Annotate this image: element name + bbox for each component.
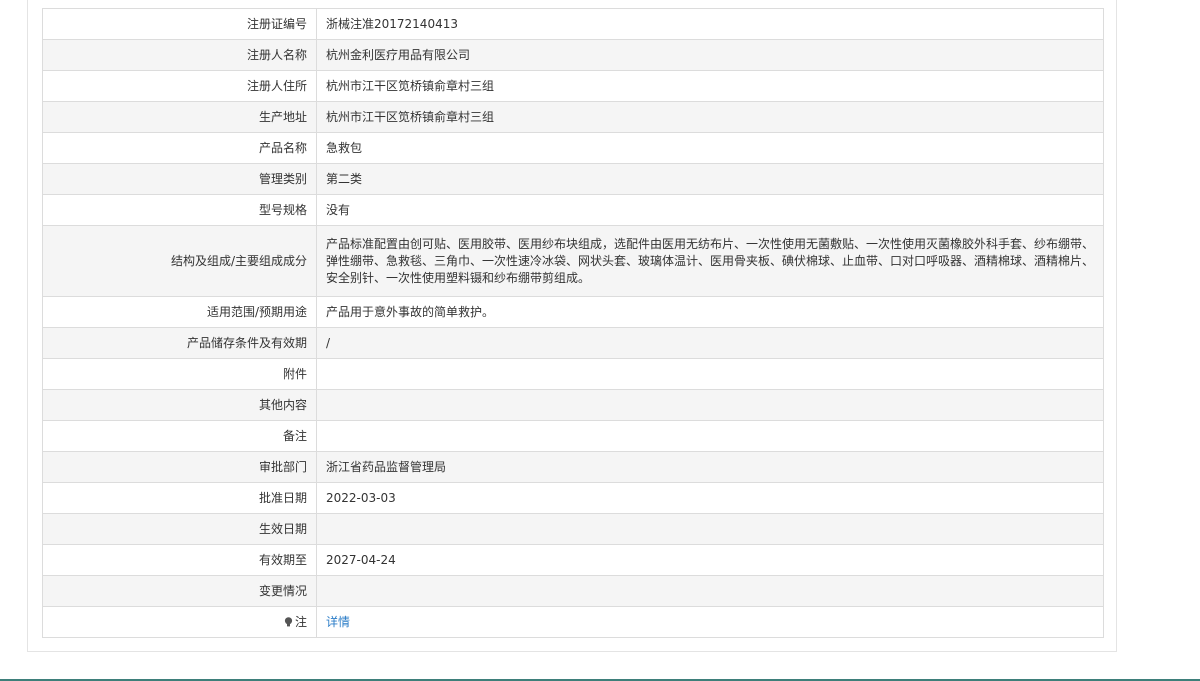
field-label-approval-department: 审批部门 [42, 451, 317, 483]
table-row: 产品储存条件及有效期 / [42, 327, 1104, 359]
field-label-effective-date: 生效日期 [42, 513, 317, 545]
table-row: 产品名称 急救包 [42, 132, 1104, 164]
field-value-production-address: 杭州市江干区笕桥镇俞章村三组 [316, 101, 1104, 133]
table-row: 适用范围/预期用途 产品用于意外事故的简单救护。 [42, 296, 1104, 328]
table-row: 其他内容 [42, 389, 1104, 421]
field-label-registrant-address: 注册人住所 [42, 70, 317, 102]
field-value-intended-use: 产品用于意外事故的简单救护。 [316, 296, 1104, 328]
field-value-structure-composition: 产品标准配置由创可贴、医用胶带、医用纱布块组成，选配件由医用无纺布片、一次性使用… [316, 225, 1104, 297]
table-row: 备注 [42, 420, 1104, 452]
field-label-remarks: 备注 [42, 420, 317, 452]
lightbulb-icon [284, 615, 293, 626]
field-label-product-name: 产品名称 [42, 132, 317, 164]
table-row: 有效期至 2027-04-24 [42, 544, 1104, 576]
field-value-valid-until: 2027-04-24 [316, 544, 1104, 576]
field-value-attachment [316, 358, 1104, 390]
field-label-production-address: 生产地址 [42, 101, 317, 133]
table-row: 附件 [42, 358, 1104, 390]
details-link[interactable]: 详情 [326, 615, 350, 629]
field-label-attachment: 附件 [42, 358, 317, 390]
field-label-registrant-name: 注册人名称 [42, 39, 317, 71]
field-value-registrant-address: 杭州市江干区笕桥镇俞章村三组 [316, 70, 1104, 102]
field-value-model-spec: 没有 [316, 194, 1104, 226]
table-row: 注册人名称 杭州金利医疗用品有限公司 [42, 39, 1104, 71]
field-value-remarks [316, 420, 1104, 452]
table-row: 注册证编号 浙械注准20172140413 [42, 8, 1104, 40]
field-label-approval-date: 批准日期 [42, 482, 317, 514]
registration-detail-table: 注册证编号 浙械注准20172140413 注册人名称 杭州金利医疗用品有限公司… [42, 8, 1104, 638]
field-value-note: 详情 [316, 606, 1104, 638]
table-row: 注册人住所 杭州市江干区笕桥镇俞章村三组 [42, 70, 1104, 102]
field-label-valid-until: 有效期至 [42, 544, 317, 576]
field-label-change-status: 变更情况 [42, 575, 317, 607]
table-row: 注 详情 [42, 606, 1104, 638]
field-value-approval-department: 浙江省药品监督管理局 [316, 451, 1104, 483]
field-label-note: 注 [42, 606, 317, 638]
field-label-registration-number: 注册证编号 [42, 8, 317, 40]
table-row: 型号规格 没有 [42, 194, 1104, 226]
table-row: 结构及组成/主要组成成分 产品标准配置由创可贴、医用胶带、医用纱布块组成，选配件… [42, 225, 1104, 297]
table-row: 生产地址 杭州市江干区笕桥镇俞章村三组 [42, 101, 1104, 133]
field-label-model-spec: 型号规格 [42, 194, 317, 226]
table-row: 生效日期 [42, 513, 1104, 545]
field-value-management-category: 第二类 [316, 163, 1104, 195]
field-value-storage-validity: / [316, 327, 1104, 359]
field-value-approval-date: 2022-03-03 [316, 482, 1104, 514]
field-value-other-content [316, 389, 1104, 421]
field-label-structure-composition: 结构及组成/主要组成成分 [42, 225, 317, 297]
table-row: 管理类别 第二类 [42, 163, 1104, 195]
table-row: 批准日期 2022-03-03 [42, 482, 1104, 514]
field-label-management-category: 管理类别 [42, 163, 317, 195]
field-value-product-name: 急救包 [316, 132, 1104, 164]
table-row: 变更情况 [42, 575, 1104, 607]
field-value-effective-date [316, 513, 1104, 545]
field-value-change-status [316, 575, 1104, 607]
table-row: 审批部门 浙江省药品监督管理局 [42, 451, 1104, 483]
field-label-storage-validity: 产品储存条件及有效期 [42, 327, 317, 359]
field-label-intended-use: 适用范围/预期用途 [42, 296, 317, 328]
note-label-text: 注 [294, 614, 307, 629]
field-value-registrant-name: 杭州金利医疗用品有限公司 [316, 39, 1104, 71]
field-label-other-content: 其他内容 [42, 389, 317, 421]
field-value-registration-number: 浙械注准20172140413 [316, 8, 1104, 40]
